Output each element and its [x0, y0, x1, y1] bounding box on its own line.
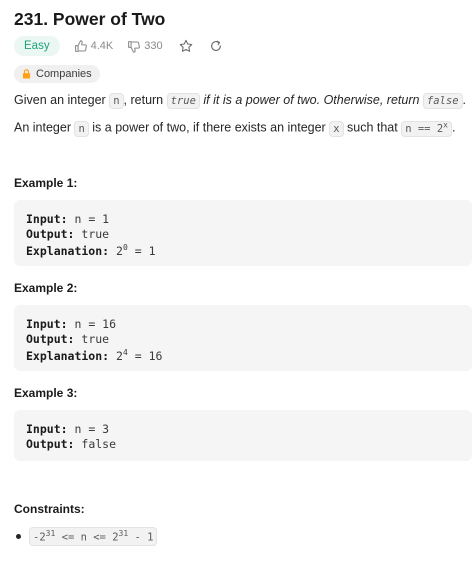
constraint-part: <= n <= 2: [55, 531, 119, 544]
explanation-rest: = 16: [127, 348, 163, 363]
example-3-title: Example 3:: [14, 386, 78, 400]
constraint-exponent: 31: [45, 529, 56, 538]
text-fragment: such that: [343, 120, 402, 135]
output-value: false: [81, 436, 117, 451]
description-paragraph-1: Given an integer n, return true if it is…: [14, 93, 466, 109]
input-label: Input:: [26, 212, 68, 226]
problem-meta-row: Easy 4.4K 330: [14, 36, 223, 56]
constraint-part: - 1: [128, 531, 154, 544]
example-1-block: Input: n = 1 Output: true Explanation: 2…: [14, 200, 472, 266]
thumbs-down-icon: [128, 40, 141, 53]
companies-label: Companies: [36, 68, 92, 80]
star-icon: [179, 39, 192, 52]
inline-code-expression: n == 2x: [401, 120, 452, 137]
example-1-title: Example 1:: [14, 176, 78, 190]
problem-title: 231. Power of Two: [14, 9, 166, 29]
example-output-line: Output: true: [26, 332, 472, 347]
like-count: 4.4K: [90, 40, 114, 52]
input-label: Input:: [26, 422, 68, 436]
output-label: Output:: [26, 331, 75, 346]
text-fragment: is a power of two, if there exists an in…: [88, 120, 330, 135]
explanation-label: Explanation:: [26, 348, 110, 363]
output-label: Output:: [26, 226, 75, 241]
constraint-exponent: 31: [118, 529, 129, 538]
constraint-item: -231 <= n <= 231 - 1: [14, 527, 158, 546]
constraint-part: -2: [33, 531, 46, 544]
text-fragment: .: [462, 93, 466, 107]
inline-code-n: n: [74, 120, 89, 137]
example-input-line: Input: n = 3: [26, 422, 472, 437]
difficulty-badge: Easy: [14, 36, 60, 56]
bullet-icon: [16, 533, 21, 539]
inline-code-x: x: [329, 120, 344, 137]
input-label: Input:: [26, 317, 68, 331]
favorite-button[interactable]: [179, 39, 193, 53]
lock-icon: [22, 69, 31, 79]
constraint-code: -231 <= n <= 231 - 1: [29, 527, 158, 546]
example-input-line: Input: n = 16: [26, 317, 472, 332]
companies-tag[interactable]: Companies: [14, 65, 100, 83]
text-fragment: An integer: [14, 120, 75, 135]
example-2-block: Input: n = 16 Output: true Explanation: …: [14, 305, 472, 371]
output-label: Output:: [26, 436, 75, 451]
inline-code-false: false: [422, 93, 463, 109]
input-value: n = 1: [74, 212, 110, 226]
output-value: true: [81, 226, 110, 241]
explanation-base: 2: [116, 243, 123, 258]
description-paragraph-2: An integer n is a power of two, if there…: [14, 120, 456, 137]
expression-text: n == 2: [405, 122, 444, 135]
example-2-title: Example 2:: [14, 281, 78, 295]
output-value: true: [81, 331, 110, 346]
constraints-title: Constraints:: [14, 502, 85, 516]
text-fragment: if it is a power of two. Otherwise, retu…: [199, 93, 423, 107]
example-input-line: Input: n = 1: [26, 212, 472, 227]
explanation-rest: = 1: [127, 243, 156, 258]
inline-code-n: n: [109, 93, 124, 109]
input-value: n = 16: [74, 317, 117, 331]
share-icon: [210, 40, 221, 51]
example-output-line: Output: true: [26, 227, 472, 242]
problem-page: 231. Power of Two Easy 4.4K 330 Companie…: [0, 0, 474, 563]
expression-exponent: x: [443, 120, 448, 129]
thumbs-up-icon: [74, 39, 87, 52]
example-output-line: Output: false: [26, 437, 472, 452]
text-fragment: Given an integer: [14, 93, 110, 107]
explanation-label: Explanation:: [26, 243, 110, 258]
explanation-base: 2: [116, 348, 123, 363]
dislike-count: 330: [144, 40, 163, 52]
example-explanation-line: Explanation: 20 = 1: [26, 241, 472, 258]
inline-code-true: true: [166, 93, 200, 109]
example-3-block: Input: n = 3 Output: false: [14, 410, 472, 461]
text-fragment: , return: [123, 93, 167, 107]
like-button[interactable]: 4.4K: [74, 39, 114, 53]
text-fragment: .: [451, 120, 456, 135]
input-value: n = 3: [74, 422, 110, 436]
example-explanation-line: Explanation: 24 = 16: [26, 346, 472, 363]
dislike-button[interactable]: 330: [127, 40, 163, 53]
share-button[interactable]: [209, 39, 223, 53]
